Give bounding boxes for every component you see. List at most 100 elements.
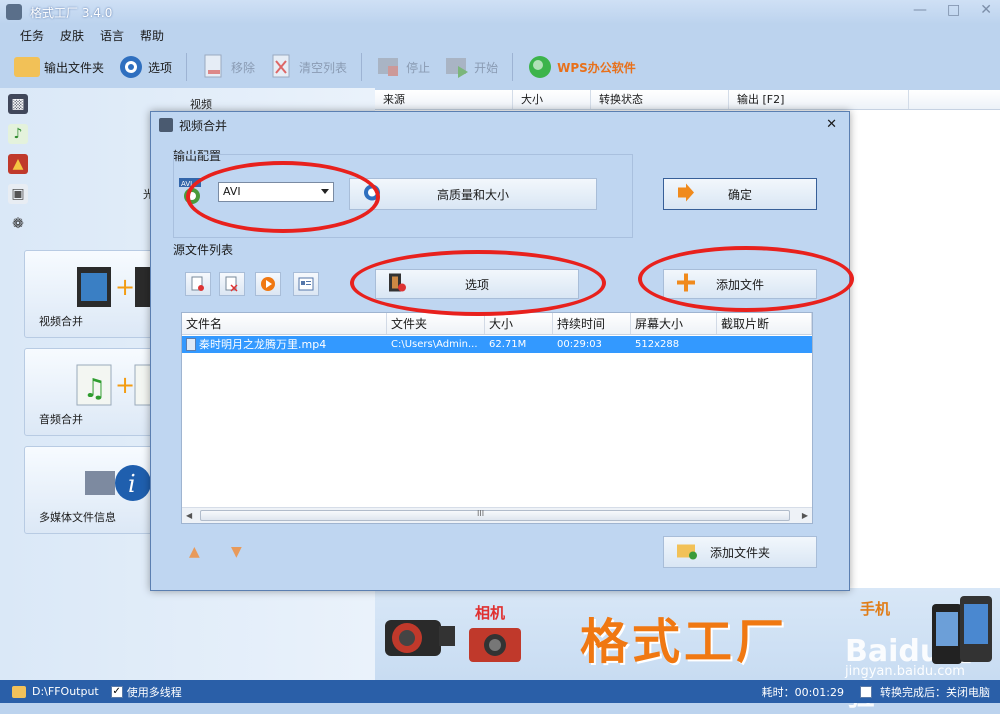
- multithread-checkbox[interactable]: ✓: [110, 685, 123, 698]
- ok-button[interactable]: 确定: [663, 178, 817, 210]
- menu-skin[interactable]: 皮肤: [52, 27, 92, 44]
- card-media-info-label: 多媒体文件信息: [39, 511, 116, 524]
- menu-language[interactable]: 语言: [92, 27, 132, 44]
- options-button[interactable]: 选项: [114, 52, 176, 82]
- col-file-name[interactable]: 文件名: [182, 313, 387, 334]
- row-file-name: 秦时明月之龙腾万里.mp4: [182, 336, 387, 353]
- output-folder-icon[interactable]: [12, 685, 26, 698]
- rom-device-icon[interactable]: ▣: [8, 184, 28, 204]
- scrollbar-thumb[interactable]: [200, 510, 790, 521]
- remove-file-icon: [201, 54, 227, 80]
- horizontal-scrollbar[interactable]: ◀ III ▶: [182, 507, 812, 523]
- avi-format-icon: AVI: [179, 178, 205, 204]
- arrow-right-icon: [676, 183, 696, 205]
- card-audio-merge[interactable]: ♫ + 音频合并: [24, 348, 155, 436]
- music-plus-icon: ♫ +: [76, 364, 155, 406]
- video-merge-dialog: 视频合并 ✕ 输出配置 AVI AVI 高质量和大小 确定 源文件列表 选项 添…: [150, 111, 850, 591]
- clear-list-label: 清空列表: [299, 60, 348, 75]
- camcorder-icon: [385, 620, 455, 656]
- col-duration[interactable]: 持续时间: [553, 313, 631, 334]
- card-audio-merge-label: 音频合并: [39, 413, 83, 426]
- wps-globe-icon: [527, 54, 553, 80]
- section-video-label: 视频: [190, 98, 212, 111]
- row-file-name-text: 秦时明月之龙腾万里.mp4: [199, 338, 327, 351]
- gear-icon: [118, 54, 144, 80]
- options-label: 选项: [148, 60, 173, 75]
- source-options-button[interactable]: 选项: [375, 269, 579, 299]
- film-options-icon: [388, 273, 406, 296]
- tools-category-icon[interactable]: ❁: [8, 214, 28, 234]
- menu-task[interactable]: 任务: [12, 27, 52, 44]
- audio-category-icon[interactable]: ♪: [8, 124, 28, 144]
- image-category-icon[interactable]: ▲: [8, 154, 28, 174]
- title-bar: 格式工厂 3.4.0 — □ ✕: [0, 0, 1000, 24]
- info-card-icon: [298, 277, 314, 291]
- source-file-table[interactable]: 文件名 文件夹 大小 持续时间 屏幕大小 截取片断 秦时明月之龙腾万里.mp4 …: [181, 312, 813, 524]
- col-output[interactable]: 输出 [F2]: [729, 90, 909, 109]
- svg-text:+: +: [115, 273, 135, 301]
- col-screen-size[interactable]: 屏幕大小: [631, 313, 717, 334]
- status-bar: D:\FFOutput ✓ 使用多线程 耗时：00:01:29 转换完成后：关闭…: [0, 680, 1000, 703]
- add-folder-label: 添加文件夹: [709, 545, 770, 560]
- source-list-label: 源文件列表: [173, 243, 234, 257]
- toolbar-separator: [186, 53, 188, 81]
- source-options-label: 选项: [464, 277, 489, 292]
- stop-button[interactable]: 停止: [372, 52, 434, 82]
- row-clip: [717, 336, 812, 353]
- wps-button[interactable]: WPS办公软件: [523, 52, 640, 82]
- col-file-size[interactable]: 大小: [485, 313, 553, 334]
- quality-size-button[interactable]: 高质量和大小: [349, 178, 597, 210]
- clear-files-button[interactable]: [219, 272, 245, 296]
- move-up-icon[interactable]: ▲: [189, 544, 200, 560]
- play-button[interactable]: [255, 272, 281, 296]
- remove-button[interactable]: 移除: [197, 52, 259, 82]
- play-icon: [261, 277, 275, 291]
- minimize-icon[interactable]: —: [913, 2, 927, 18]
- close-icon[interactable]: ✕: [980, 2, 992, 18]
- col-status[interactable]: 转换状态: [591, 90, 729, 109]
- file-info-button[interactable]: [293, 272, 319, 296]
- video-category-icon[interactable]: ▩: [8, 94, 28, 114]
- film-plus-icon: +: [77, 267, 155, 307]
- add-folder-button[interactable]: 添加文件夹: [663, 536, 817, 568]
- remove-file-button[interactable]: [185, 272, 211, 296]
- start-label: 开始: [474, 60, 499, 75]
- quality-gear-icon: [362, 183, 382, 206]
- add-file-button[interactable]: 添加文件: [663, 269, 817, 299]
- after-convert-checkbox[interactable]: [860, 685, 872, 698]
- col-clip[interactable]: 截取片断: [717, 313, 812, 334]
- output-path[interactable]: D:\FFOutput: [32, 685, 99, 698]
- card-video-merge-label: 视频合并: [39, 315, 83, 328]
- start-button[interactable]: 开始: [440, 52, 502, 82]
- card-video-merge[interactable]: + 视频合并: [24, 250, 155, 338]
- menu-help[interactable]: 帮助: [132, 27, 172, 44]
- output-folder-button[interactable]: 输出文件夹: [10, 55, 108, 79]
- card-media-info[interactable]: i 多媒体文件信息: [24, 446, 154, 534]
- move-down-icon[interactable]: ▼: [231, 544, 242, 560]
- clear-list-button[interactable]: 清空列表: [265, 52, 351, 82]
- scroll-left-icon[interactable]: ◀: [186, 511, 192, 520]
- stop-label: 停止: [406, 60, 431, 75]
- brand-logo-text: 格式工厂: [580, 614, 789, 670]
- window-title: 格式工厂 3.4.0: [30, 5, 113, 20]
- video-file-icon: [186, 338, 196, 351]
- multithread-label: 使用多线程: [126, 685, 182, 699]
- format-select[interactable]: AVI: [218, 182, 334, 202]
- elapsed-time: 耗时：00:01:29: [761, 685, 844, 699]
- col-folder[interactable]: 文件夹: [387, 313, 485, 334]
- promo-banner: 相机 格式工厂 手机 Baidu经验 jingyan.baidu.com: [375, 588, 1000, 713]
- scroll-right-icon[interactable]: ▶: [802, 511, 808, 520]
- folder-add-icon: [676, 542, 698, 563]
- toolbar-separator: [361, 53, 363, 81]
- dialog-close-icon[interactable]: ✕: [826, 117, 837, 132]
- table-row[interactable]: 秦时明月之龙腾万里.mp4 C:\Users\Admin... 62.71M 0…: [182, 336, 812, 353]
- add-file-label: 添加文件: [715, 277, 764, 292]
- col-source[interactable]: 来源: [375, 90, 513, 109]
- maximize-icon[interactable]: □: [947, 2, 960, 18]
- col-size[interactable]: 大小: [513, 90, 591, 109]
- svg-text:♫: ♫: [83, 374, 106, 404]
- camera-icon: [469, 628, 521, 662]
- col-empty: [909, 90, 1000, 109]
- file-table-header: 文件名 文件夹 大小 持续时间 屏幕大小 截取片断: [182, 313, 812, 335]
- remove-file-icon: [191, 276, 204, 291]
